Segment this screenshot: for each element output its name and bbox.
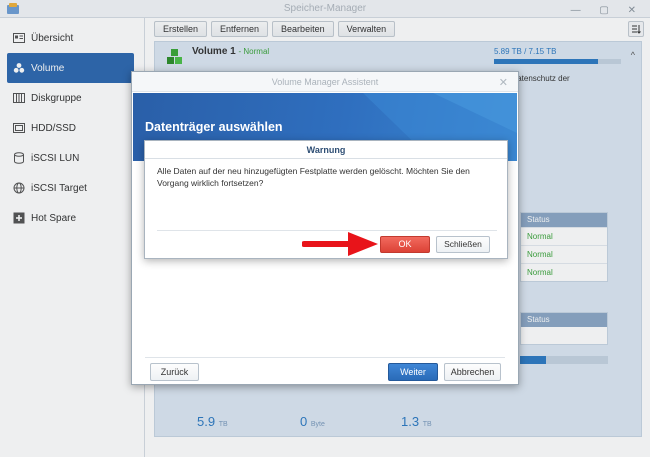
back-button[interactable]: Zurück [150,363,199,381]
close-icon[interactable]: ✕ [499,76,508,89]
wizard-heading: Datenträger auswählen [145,120,283,134]
warning-message: Alle Daten auf der neu hinzugefügten Fes… [157,166,470,188]
red-arrow-annotation [302,232,378,256]
divider [145,357,505,358]
next-button[interactable]: Weiter [388,363,438,381]
cancel-button[interactable]: Abbrechen [444,363,501,381]
wizard-title: Volume Manager Assistent [132,72,518,92]
ok-button[interactable]: OK [380,236,430,253]
close-button[interactable]: Schließen [436,236,490,253]
warning-title: Warnung [145,141,507,159]
